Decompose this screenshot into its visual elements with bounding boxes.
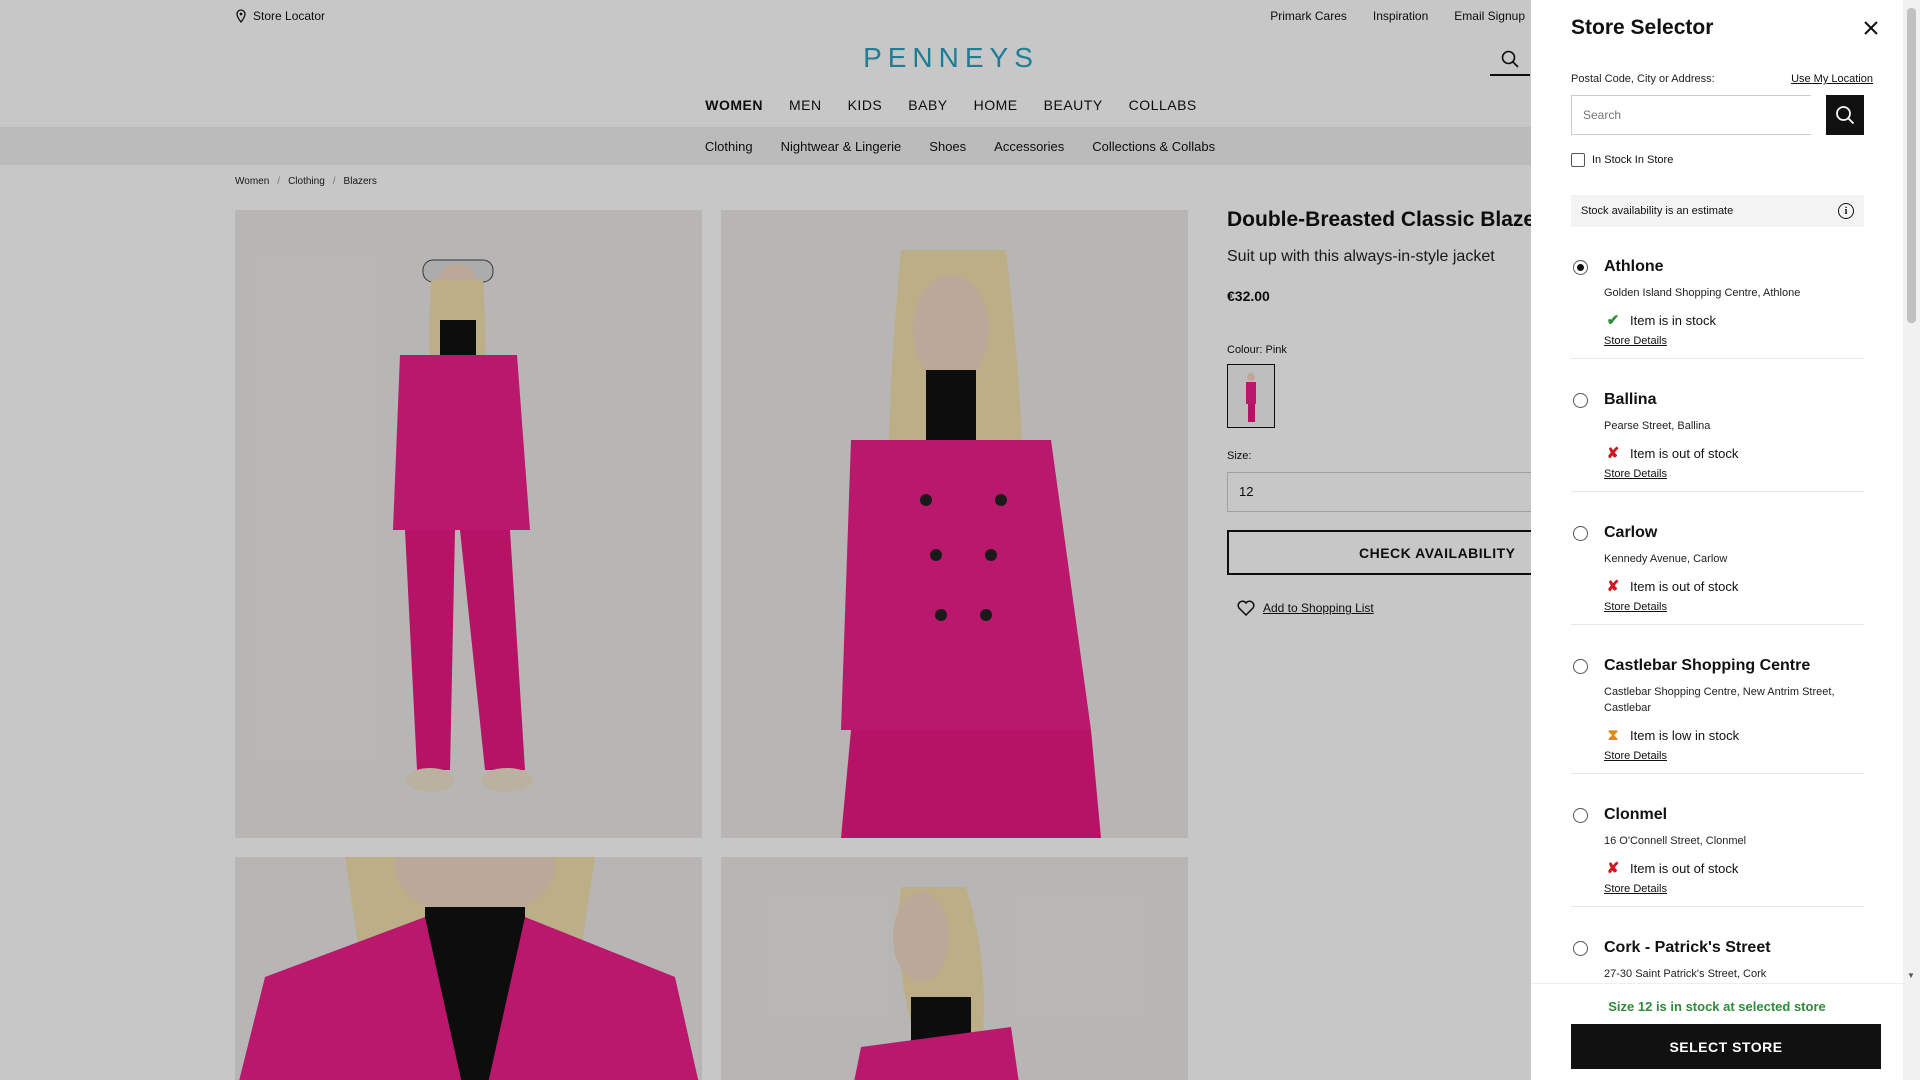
store-address: Castlebar Shopping Centre, New Antrim St… <box>1604 686 1835 714</box>
close-button[interactable] <box>1861 18 1881 38</box>
hourglass-icon: ⧗ <box>1607 726 1619 744</box>
stock-confirmation-message: Size 12 is in stock at selected store <box>1608 999 1826 1014</box>
in-stock-filter[interactable]: In Stock In Store <box>1571 153 1673 167</box>
store-name: Cork - Patrick's Street <box>1604 939 1771 956</box>
store-address: 27-30 Saint Patrick's Street, Cork <box>1604 968 1767 980</box>
stock-status: ⧗ Item is low in stock <box>1604 726 1864 744</box>
store-address: Kennedy Avenue, Carlow <box>1604 553 1728 565</box>
store-address: Pearse Street, Ballina <box>1604 420 1711 432</box>
store-item[interactable]: Castlebar Shopping Centre Castlebar Shop… <box>1571 647 1864 774</box>
stock-status: ✔ Item is in stock <box>1604 311 1864 329</box>
store-radio[interactable] <box>1573 808 1588 823</box>
store-radio[interactable] <box>1573 526 1588 541</box>
in-stock-label: In Stock In Store <box>1592 154 1674 166</box>
store-search-button[interactable] <box>1826 95 1864 135</box>
page-scrollbar[interactable]: ▼ <box>1903 0 1920 1080</box>
store-selector-drawer: Store Selector Postal Code, City or Addr… <box>1531 0 1903 1080</box>
checkmark-icon: ✔ <box>1606 312 1620 329</box>
stock-estimate-text: Stock availability is an estimate <box>1581 205 1734 217</box>
stock-status-text: Item is out of stock <box>1630 445 1739 461</box>
close-icon <box>1864 21 1878 35</box>
store-name: Castlebar Shopping Centre <box>1604 657 1811 674</box>
stock-status: ✘ Item is out of stock <box>1604 577 1864 595</box>
store-details-link[interactable]: Store Details <box>1604 883 1864 895</box>
cross-icon: ✘ <box>1606 445 1620 462</box>
store-radio[interactable] <box>1573 941 1588 956</box>
stock-status-text: Item is out of stock <box>1630 860 1739 876</box>
info-icon[interactable]: i <box>1838 203 1854 219</box>
store-details-link[interactable]: Store Details <box>1604 335 1864 347</box>
drawer-footer: Size 12 is in stock at selected store SE… <box>1531 983 1903 1080</box>
store-details-link[interactable]: Store Details <box>1604 601 1864 613</box>
store-name: Ballina <box>1604 391 1657 408</box>
stock-status-text: Item is in stock <box>1630 312 1716 328</box>
stock-status-text: Item is low in stock <box>1630 727 1740 743</box>
store-details-link[interactable]: Store Details <box>1604 468 1864 480</box>
store-item[interactable]: Cork - Patrick's Street 27-30 Saint Patr… <box>1571 929 1864 983</box>
cross-icon: ✘ <box>1606 578 1620 595</box>
store-radio[interactable] <box>1573 393 1588 408</box>
search-icon <box>1836 106 1855 125</box>
store-address: 16 O'Connell Street, Clonmel <box>1604 835 1747 847</box>
store-item[interactable]: Ballina Pearse Street, Ballina ✘ Item is… <box>1571 381 1864 492</box>
drawer-title: Store Selector <box>1571 16 1714 39</box>
store-name: Clonmel <box>1604 806 1668 823</box>
scrollbar-thumb[interactable] <box>1907 8 1916 323</box>
location-label: Postal Code, City or Address: <box>1571 73 1715 85</box>
stock-status: ✘ Item is out of stock <box>1604 444 1864 462</box>
store-item[interactable]: Carlow Kennedy Avenue, Carlow ✘ Item is … <box>1571 514 1864 625</box>
store-item[interactable]: Clonmel 16 O'Connell Street, Clonmel ✘ I… <box>1571 796 1864 907</box>
stock-status-text: Item is out of stock <box>1630 578 1739 594</box>
stock-status: ✘ Item is out of stock <box>1604 859 1864 877</box>
store-search-input[interactable] <box>1571 95 1811 135</box>
use-my-location-link[interactable]: Use My Location <box>1791 73 1873 85</box>
in-stock-checkbox[interactable] <box>1571 153 1585 167</box>
store-radio[interactable] <box>1573 260 1588 275</box>
select-store-button[interactable]: SELECT STORE <box>1571 1024 1881 1069</box>
store-name: Athlone <box>1604 258 1664 275</box>
stock-estimate-banner: Stock availability is an estimate i <box>1571 195 1864 227</box>
store-list: Athlone Golden Island Shopping Centre, A… <box>1571 248 1864 983</box>
cross-icon: ✘ <box>1606 860 1620 877</box>
store-radio[interactable] <box>1573 659 1588 674</box>
scroll-down-arrow-icon[interactable]: ▼ <box>1907 971 1915 980</box>
store-address: Golden Island Shopping Centre, Athlone <box>1604 287 1801 299</box>
store-item[interactable]: Athlone Golden Island Shopping Centre, A… <box>1571 248 1864 359</box>
store-details-link[interactable]: Store Details <box>1604 750 1864 762</box>
store-name: Carlow <box>1604 524 1658 541</box>
